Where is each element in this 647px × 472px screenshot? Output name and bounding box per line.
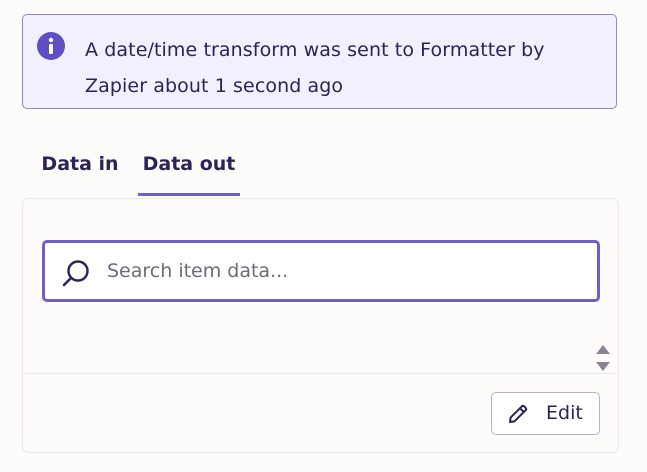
banner-message: A date/time transform was sent to Format… — [85, 39, 545, 97]
info-icon — [37, 32, 65, 60]
divider — [23, 373, 618, 374]
search-box[interactable] — [42, 240, 600, 302]
pencil-icon — [509, 404, 528, 423]
edit-button-label: Edit — [546, 402, 583, 424]
search-icon — [62, 260, 89, 287]
search-input[interactable] — [107, 251, 577, 291]
data-out-panel: Edit — [22, 198, 619, 453]
info-banner: A date/time transform was sent to Format… — [22, 14, 617, 109]
step-output-panel: A date/time transform was sent to Format… — [0, 0, 647, 472]
tab-data-out[interactable]: Data out — [138, 140, 240, 196]
scroll-arrows-icon[interactable] — [594, 343, 612, 375]
edit-button[interactable]: Edit — [491, 392, 600, 435]
tab-data-in[interactable]: Data in — [30, 140, 130, 196]
